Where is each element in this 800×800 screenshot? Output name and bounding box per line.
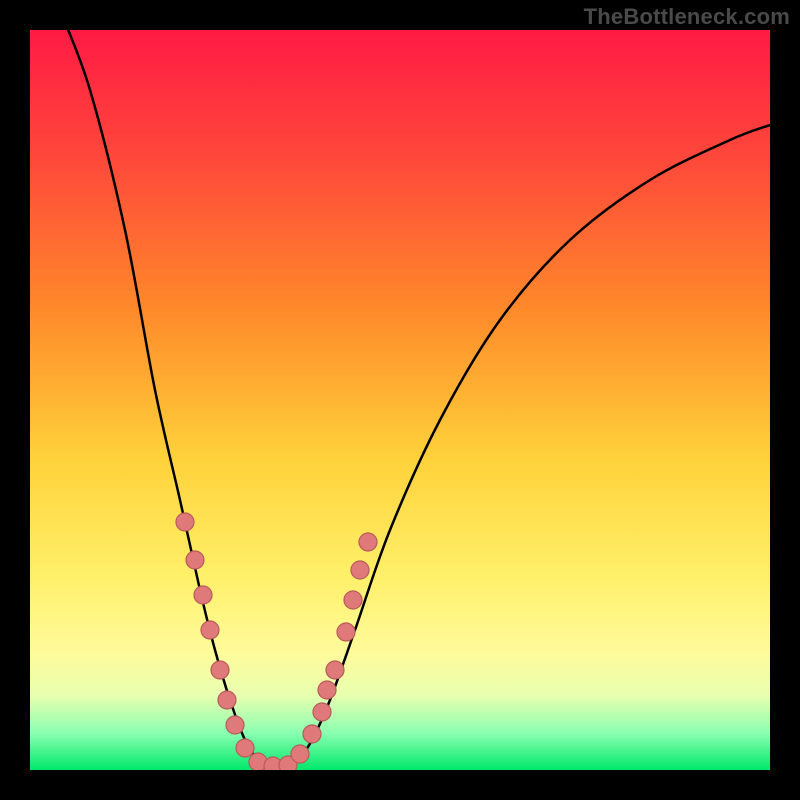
highlight-dot	[186, 551, 204, 569]
chart-svg	[30, 30, 770, 770]
highlight-dot	[211, 661, 229, 679]
highlight-dots-group	[176, 513, 377, 770]
highlight-dot	[326, 661, 344, 679]
highlight-dot	[194, 586, 212, 604]
highlight-dot	[303, 725, 321, 743]
highlight-dot	[344, 591, 362, 609]
highlight-dot	[218, 691, 236, 709]
chart-stage: TheBottleneck.com	[0, 0, 800, 800]
highlight-dot	[359, 533, 377, 551]
highlight-dot	[291, 745, 309, 763]
highlight-dot	[313, 703, 331, 721]
highlight-dot	[176, 513, 194, 531]
watermark-text: TheBottleneck.com	[584, 4, 790, 30]
bottleneck-curve	[60, 30, 770, 769]
highlight-dot	[337, 623, 355, 641]
highlight-dot	[351, 561, 369, 579]
highlight-dot	[201, 621, 219, 639]
highlight-dot	[318, 681, 336, 699]
chart-plot-area	[30, 30, 770, 770]
highlight-dot	[226, 716, 244, 734]
highlight-dot	[236, 739, 254, 757]
